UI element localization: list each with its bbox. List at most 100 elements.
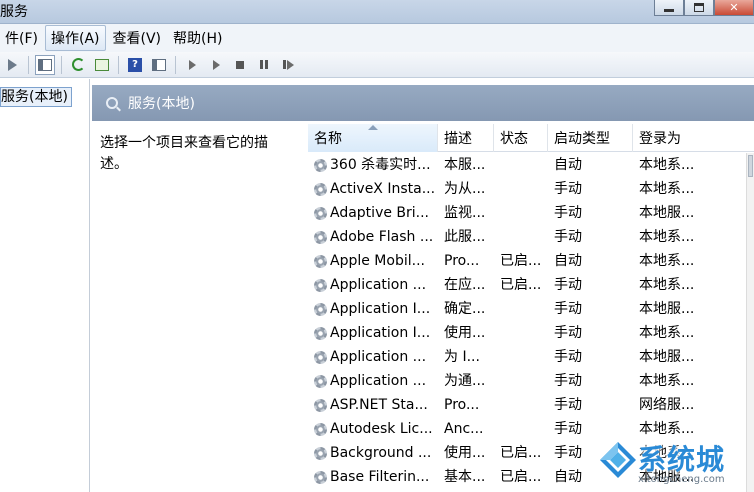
restart-service-button[interactable] [278,55,298,75]
watermark-text: 系统城 [638,443,726,476]
play-icon [188,59,196,70]
cell-startup-type: 自动 [554,253,582,269]
cell-status: 已启... [500,253,542,269]
table-row[interactable]: Application ... 在应... 已启... 手动 本地系... [308,273,754,297]
table-row[interactable]: Apple Mobil... Pro... 已启... 自动 本地系... [308,249,754,273]
column-header-name[interactable]: 名称 [308,124,438,152]
menu-file[interactable]: 件(F) [0,26,43,50]
cell-name: Application ... [330,373,427,389]
service-gear-icon [314,231,327,244]
export-list-button[interactable] [92,55,112,75]
cell-logon-as: 本地系... [639,157,695,173]
services-panel: 服务(本地) 选择一个项目来查看它的描述。 名称 描述 状态 启动类型 登录为 … [92,79,754,492]
start-service-alt-button[interactable] [206,55,226,75]
magnifier-icon [106,97,118,109]
cell-description: 此服... [444,229,486,245]
column-header-logon-as[interactable]: 登录为 [633,124,703,152]
show-hide-console-tree-button[interactable] [35,54,55,75]
table-row[interactable]: Application I... 确定... 手动 本地服... [308,297,754,321]
cell-status [500,345,550,369]
cell-logon-as: 本地服... [639,205,695,221]
table-row[interactable]: ActiveX Insta... 为从... 手动 本地系... [308,177,754,201]
cell-name: Autodesk Lic... [330,421,433,437]
table-row[interactable]: Application ... 为 I... 手动 本地服... [308,345,754,369]
refresh-button[interactable] [68,55,88,75]
cell-status [500,321,550,345]
cell-description: Pro... [444,397,480,413]
service-gear-icon [314,471,327,484]
service-gear-icon [314,255,327,268]
maximize-button[interactable] [684,0,714,16]
menu-action[interactable]: 操作(A) [44,25,106,51]
stop-service-button[interactable] [230,55,250,75]
cell-logon-as: 网络服... [639,397,695,413]
service-gear-icon [314,375,327,388]
properties-button[interactable] [149,55,169,75]
cell-status: 已启... [500,469,542,485]
scrollbar-thumb[interactable] [748,155,753,177]
cell-name: Application I... [330,301,431,317]
cell-description: 基本... [444,469,486,485]
cell-startup-type: 自动 [554,157,582,173]
close-button[interactable]: ✕ [714,0,754,16]
description-text: 选择一个项目来查看它的描述。 [100,135,268,172]
cell-startup-type: 手动 [554,277,582,293]
table-row[interactable]: Application ... 为通... 手动 本地系... [308,369,754,393]
start-service-button[interactable] [182,55,202,75]
column-header-description[interactable]: 描述 [438,124,494,152]
cell-name: 360 杀毒实时... [330,157,431,173]
cell-name: ActiveX Insta... [330,181,436,197]
service-gear-icon [314,327,327,340]
menu-view[interactable]: 查看(V) [108,26,167,50]
watermark-logo-icon [600,442,636,478]
service-gear-icon [314,279,327,292]
pause-service-button[interactable] [254,55,274,75]
cell-startup-type: 手动 [554,373,582,389]
cell-logon-as: 本地系... [639,229,695,245]
cell-startup-type: 手动 [554,229,582,245]
cell-name: Application ... [330,349,427,365]
forward-button[interactable] [2,55,22,75]
stop-icon [236,60,244,69]
cell-status [500,177,550,201]
cell-logon-as: 本地系... [639,373,695,389]
cell-description: 为通... [444,373,486,389]
table-header: 名称 描述 状态 启动类型 登录为 [308,124,754,152]
cell-description: 监视... [444,205,486,221]
cell-logon-as: 本地系... [639,325,695,341]
toolbar-separator [28,55,29,74]
table-row[interactable]: Application I... 使用... 手动 本地系... [308,321,754,345]
column-header-status[interactable]: 状态 [494,124,548,152]
minimize-icon [664,9,674,12]
console-tree-icon [38,58,52,71]
watermark-url: xitongcheng.com [638,474,725,485]
minimize-button[interactable] [654,0,684,16]
table-row[interactable]: 360 杀毒实时... 本服... 自动 本地系... [308,153,754,177]
play-icon [212,59,220,70]
cell-name: Application I... [330,325,431,341]
window-title: 服务 [0,4,28,20]
cell-status [500,153,550,177]
tree-item-services-local[interactable]: 服务(本地) [0,87,72,107]
cell-description: 在应... [444,277,486,293]
menu-help[interactable]: 帮助(H) [168,26,227,50]
table-row[interactable]: ASP.NET Sta... Pro... 手动 网络服... [308,393,754,417]
maximize-icon [694,3,704,12]
table-row[interactable]: Adobe Flash ... 此服... 手动 本地系... [308,225,754,249]
watermark: 系统城 xitongcheng.com [598,436,754,492]
cell-startup-type: 手动 [554,325,582,341]
service-gear-icon [314,159,327,172]
panel-header-title: 服务(本地) [128,96,195,112]
cell-status [500,201,550,225]
toolbar-separator [175,55,176,74]
cell-startup-type: 手动 [554,397,582,413]
cell-name: ASP.NET Sta... [330,397,428,413]
menu-bar: 件(F) 操作(A) 查看(V) 帮助(H) [0,24,754,52]
service-gear-icon [314,207,327,220]
help-button[interactable]: ? [125,55,145,75]
table-row[interactable]: Adaptive Bri... 监视... 手动 本地服... [308,201,754,225]
cell-logon-as: 本地系... [639,277,695,293]
cell-logon-as: 本地系... [639,253,695,269]
column-header-startup-type[interactable]: 启动类型 [548,124,633,152]
service-gear-icon [314,423,327,436]
